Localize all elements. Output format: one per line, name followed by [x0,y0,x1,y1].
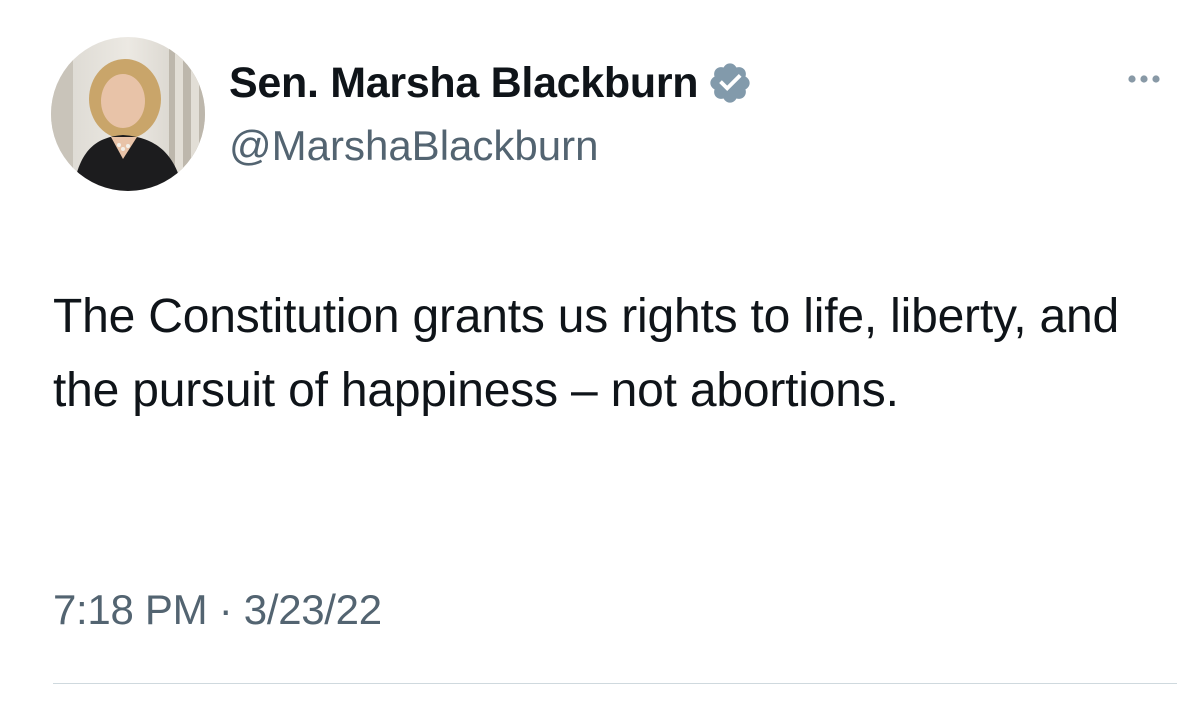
tweet-metadata: 7:18 PM · 3/23/22 [53,586,382,634]
tweet-time[interactable]: 7:18 PM [53,586,208,633]
name-row: Sen. Marsha Blackburn [229,55,753,111]
tweet-text: The Constitution grants us rights to lif… [53,290,1119,417]
tweet-date[interactable]: 3/23/22 [244,586,382,633]
avatar-photo [51,37,205,191]
meta-separator: · [218,586,233,633]
author-handle[interactable]: @MarshaBlackburn [229,122,598,170]
author-display-name[interactable]: Sen. Marsha Blackburn [229,59,699,108]
more-options-button[interactable] [1124,64,1164,94]
avatar[interactable] [51,37,205,191]
verified-badge-icon[interactable] [707,60,753,106]
tweet-card: Sen. Marsha Blackburn @MarshaBlackburn T… [0,0,1200,712]
more-horizontal-icon [1128,75,1160,83]
divider [53,683,1177,684]
